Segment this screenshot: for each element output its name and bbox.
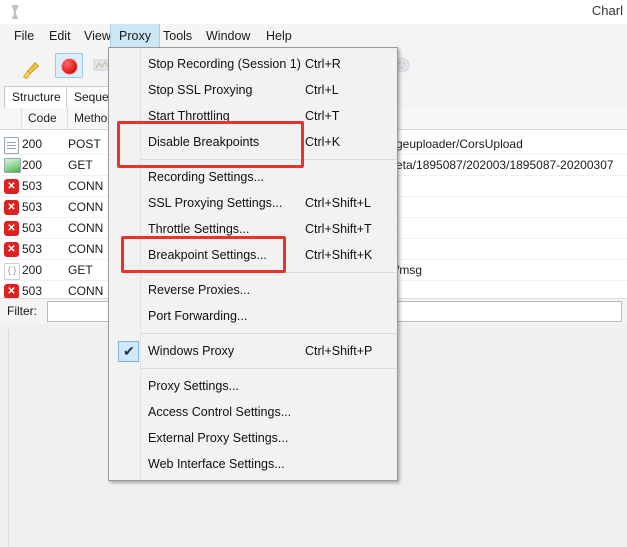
menu-item-label: SSL Proxying Settings...: [148, 196, 283, 210]
json-icon: {}: [4, 263, 20, 280]
menu-start-throttling[interactable]: Start Throttling Ctrl+T: [109, 103, 397, 129]
menu-bar: File Edit View Proxy Tools Window Help: [0, 24, 627, 49]
row-code: 503: [22, 242, 43, 256]
record-dot-icon: [61, 58, 78, 75]
error-x-icon: ✕: [4, 221, 19, 236]
menu-item-accel: Ctrl+T: [305, 109, 340, 123]
error-x-icon: ✕: [4, 179, 19, 194]
check-glyph: ✔: [123, 343, 135, 359]
menubar-item-proxy[interactable]: Proxy: [110, 24, 160, 48]
row-path: [396, 218, 627, 238]
menu-item-label: Reverse Proxies...: [148, 283, 251, 297]
row-code: 200: [22, 263, 43, 277]
menu-item-label: Web Interface Settings...: [148, 457, 285, 471]
menubar-item-file[interactable]: File: [6, 24, 42, 48]
row-path: geuploader/CorsUpload: [396, 137, 523, 151]
menu-item-label: Throttle Settings...: [148, 222, 250, 236]
menu-web-interface-settings[interactable]: Web Interface Settings...: [109, 451, 397, 477]
menu-windows-proxy[interactable]: ✔ Windows Proxy Ctrl+Shift+P: [109, 338, 397, 364]
row-path: /msg: [396, 263, 423, 277]
row-path: eta/1895087/202003/1895087-20200307: [396, 158, 614, 172]
document-icon: [4, 137, 19, 154]
menu-stop-ssl-proxying[interactable]: Stop SSL Proxying Ctrl+L: [109, 77, 397, 103]
row-code: 503: [22, 179, 43, 193]
menu-item-accel: Ctrl+Shift+L: [305, 196, 372, 210]
window-title: Charl: [591, 3, 623, 18]
menu-stop-recording[interactable]: Stop Recording (Session 1) Ctrl+R: [109, 51, 397, 77]
column-header-code[interactable]: Code: [22, 108, 68, 129]
menubar-item-tools[interactable]: Tools: [155, 24, 200, 48]
broom-icon: [22, 62, 40, 80]
menu-item-label: Windows Proxy: [148, 344, 235, 358]
row-path: [396, 281, 627, 298]
row-code: 200: [22, 137, 43, 151]
menu-disable-breakpoints[interactable]: Disable Breakpoints Ctrl+K: [109, 129, 397, 155]
menu-item-label: Recording Settings...: [148, 170, 265, 184]
row-code: 503: [22, 200, 43, 214]
menu-external-proxy-settings[interactable]: External Proxy Settings...: [109, 425, 397, 451]
row-code: 503: [22, 221, 43, 235]
row-path: [396, 239, 627, 259]
error-x-icon: ✕: [4, 242, 19, 257]
proxy-menu[interactable]: Stop Recording (Session 1) Ctrl+R Stop S…: [108, 47, 398, 481]
charles-app-icon: [12, 5, 18, 19]
menu-separator: [140, 333, 397, 334]
menu-recording-settings[interactable]: Recording Settings...: [109, 164, 397, 190]
clear-broom-button[interactable]: [8, 53, 40, 80]
menu-reverse-proxies[interactable]: Reverse Proxies...: [109, 277, 397, 303]
menu-ssl-proxying-settings[interactable]: SSL Proxying Settings... Ctrl+Shift+L: [109, 190, 397, 216]
menu-access-control-settings[interactable]: Access Control Settings...: [109, 399, 397, 425]
tab-structure[interactable]: Structure: [4, 86, 69, 108]
menubar-item-window[interactable]: Window: [198, 24, 258, 48]
menu-item-accel: Ctrl+Shift+T: [305, 222, 372, 236]
menu-item-label: External Proxy Settings...: [148, 431, 289, 445]
menu-item-accel: Ctrl+R: [305, 57, 341, 71]
menu-proxy-settings[interactable]: Proxy Settings...: [109, 373, 397, 399]
menu-item-label: Proxy Settings...: [148, 379, 240, 393]
menu-item-label: Disable Breakpoints: [148, 135, 260, 149]
menubar-item-help[interactable]: Help: [258, 24, 300, 48]
menu-item-label: Stop Recording (Session 1): [148, 57, 301, 71]
menu-port-forwarding[interactable]: Port Forwarding...: [109, 303, 397, 329]
title-bar: Charl: [0, 0, 627, 25]
menu-item-label: Start Throttling: [148, 109, 230, 123]
menu-item-accel: Ctrl+Shift+K: [305, 248, 373, 262]
row-path: [396, 176, 627, 196]
error-x-icon: ✕: [4, 284, 19, 298]
record-toggle-button[interactable]: [55, 53, 83, 78]
menu-item-label: Breakpoint Settings...: [148, 248, 267, 262]
menu-throttle-settings[interactable]: Throttle Settings... Ctrl+Shift+T: [109, 216, 397, 242]
menu-item-accel: Ctrl+L: [305, 83, 339, 97]
menu-item-label: Access Control Settings...: [148, 405, 292, 419]
menu-item-label: Port Forwarding...: [148, 309, 248, 323]
menu-item-accel: Ctrl+Shift+P: [305, 344, 373, 358]
row-code: 200: [22, 158, 43, 172]
menu-item-label: Stop SSL Proxying: [148, 83, 253, 97]
row-code: 503: [22, 284, 43, 298]
menu-breakpoint-settings[interactable]: Breakpoint Settings... Ctrl+Shift+K: [109, 242, 397, 268]
row-path: [396, 197, 627, 217]
menu-item-accel: Ctrl+K: [305, 135, 341, 149]
column-header-icon[interactable]: [0, 108, 22, 129]
menu-separator: [140, 368, 397, 369]
error-x-icon: ✕: [4, 200, 19, 215]
filter-label: Filter:: [7, 304, 37, 318]
menu-separator: [140, 159, 397, 160]
checkmark-icon: ✔: [118, 341, 139, 362]
menubar-item-edit[interactable]: Edit: [41, 24, 79, 48]
image-icon: [4, 158, 21, 173]
menu-separator: [140, 272, 397, 273]
